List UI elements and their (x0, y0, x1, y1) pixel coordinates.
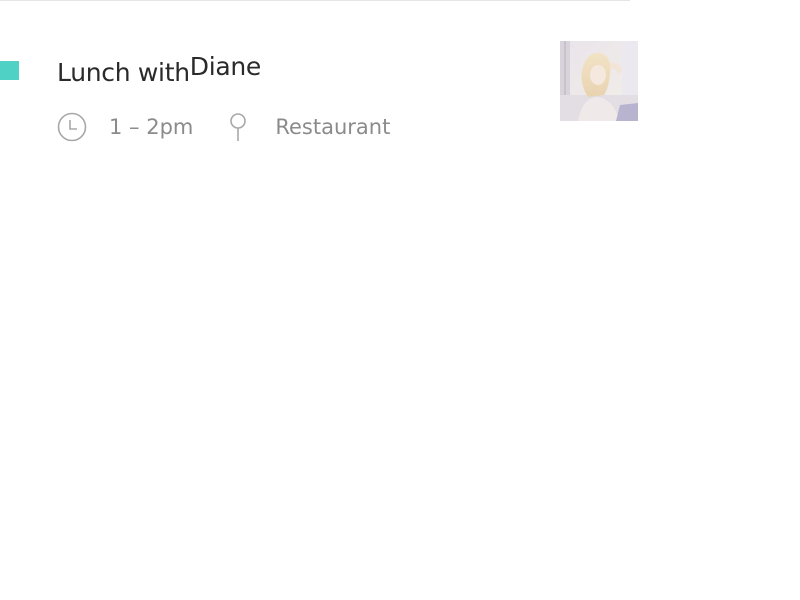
event-list-item[interactable]: Lunch withDiane 1 – 2pm Restaurant (0, 40, 640, 150)
top-divider (0, 0, 630, 1)
clock-icon (57, 112, 87, 142)
event-meta-row: 1 – 2pm Restaurant (57, 112, 390, 142)
map-pin-icon (229, 112, 247, 142)
event-color-marker (0, 61, 19, 80)
location-group: Restaurant (229, 112, 390, 142)
event-location: Restaurant (275, 115, 391, 139)
event-title-prefix: Lunch with (57, 58, 190, 87)
event-time: 1 – 2pm (109, 115, 194, 139)
contact-avatar[interactable] (560, 41, 638, 121)
event-contact-name[interactable]: Diane (190, 52, 262, 81)
calendar-event-view: Lunch withDiane 1 – 2pm Restaurant (0, 0, 800, 600)
event-title: Lunch withDiane (57, 52, 261, 87)
